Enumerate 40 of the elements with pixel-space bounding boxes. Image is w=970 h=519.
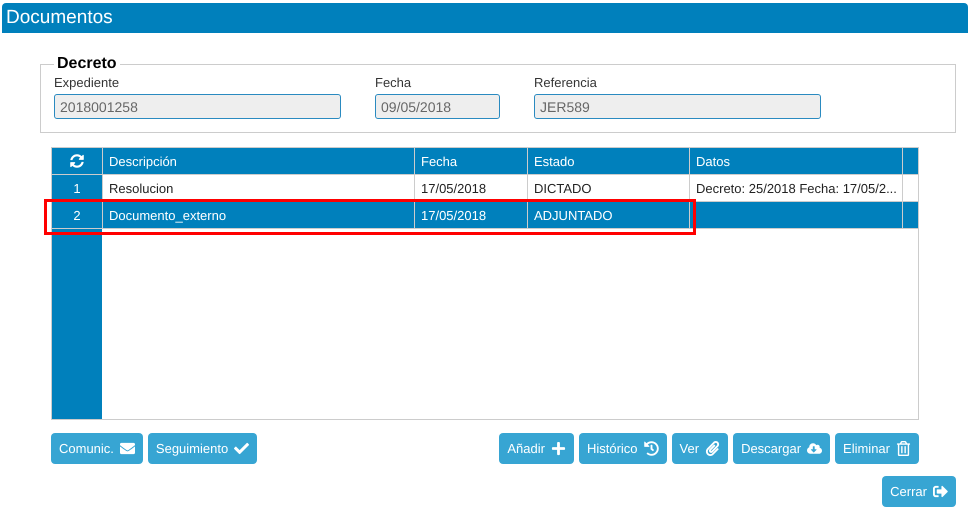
action-button[interactable]: Descargar xyxy=(733,433,830,464)
table-cell: 17/05/2018 xyxy=(421,180,486,196)
action-button[interactable]: Eliminar xyxy=(835,433,919,464)
field-label: Fecha xyxy=(375,75,412,90)
action-button[interactable]: Seguimiento xyxy=(148,433,258,464)
action-button[interactable]: Comunic. xyxy=(51,433,143,464)
column-header[interactable]: Datos xyxy=(689,148,902,174)
input-field[interactable]: 09/05/2018 xyxy=(375,94,500,119)
trash-icon xyxy=(896,441,911,456)
row-number: 1 xyxy=(73,180,81,196)
window-title: Documentos xyxy=(2,3,968,33)
action-button[interactable]: Ver xyxy=(672,433,728,464)
field-label: Expediente xyxy=(54,75,120,90)
plus-icon xyxy=(550,441,566,456)
exit-icon xyxy=(933,484,948,499)
table-row[interactable]: 2 Documento_externo 17/05/2018 ADJUNTADO xyxy=(52,202,918,229)
envelope-icon xyxy=(120,441,135,456)
column-header[interactable]: Descripción xyxy=(102,148,414,174)
table-cell: ADJUNTADO xyxy=(534,208,612,222)
table-cell: Documento_externo xyxy=(109,208,226,222)
paperclip-icon xyxy=(705,441,720,456)
input-field[interactable]: JER589 xyxy=(534,94,821,119)
action-button[interactable]: Añadir xyxy=(499,433,574,464)
refresh-icon[interactable] xyxy=(70,154,84,168)
table-cell: Resolucion xyxy=(109,180,174,196)
check-icon xyxy=(234,441,250,456)
column-header[interactable]: Estado xyxy=(527,148,689,174)
table-cell: 17/05/2018 xyxy=(421,208,486,222)
history-icon xyxy=(644,441,659,456)
action-button[interactable]: Cerrar xyxy=(882,476,956,507)
cloud-download-icon xyxy=(807,441,822,456)
section-legend: Decreto xyxy=(54,55,120,73)
table-cell: DICTADO xyxy=(534,180,592,196)
table-row[interactable]: 1 Resolucion 17/05/2018 DICTADO Decreto: 25/2018 Fecha: 17/05/2... xyxy=(52,175,918,202)
action-button[interactable]: Histórico xyxy=(578,433,667,464)
input-field[interactable]: 2018001258 xyxy=(54,94,341,119)
field-label: Referencia xyxy=(534,75,598,90)
table-cell: Decreto: 25/2018 Fecha: 17/05/2... xyxy=(696,180,897,196)
row-number: 2 xyxy=(73,208,81,222)
column-header[interactable]: Fecha xyxy=(414,148,527,174)
